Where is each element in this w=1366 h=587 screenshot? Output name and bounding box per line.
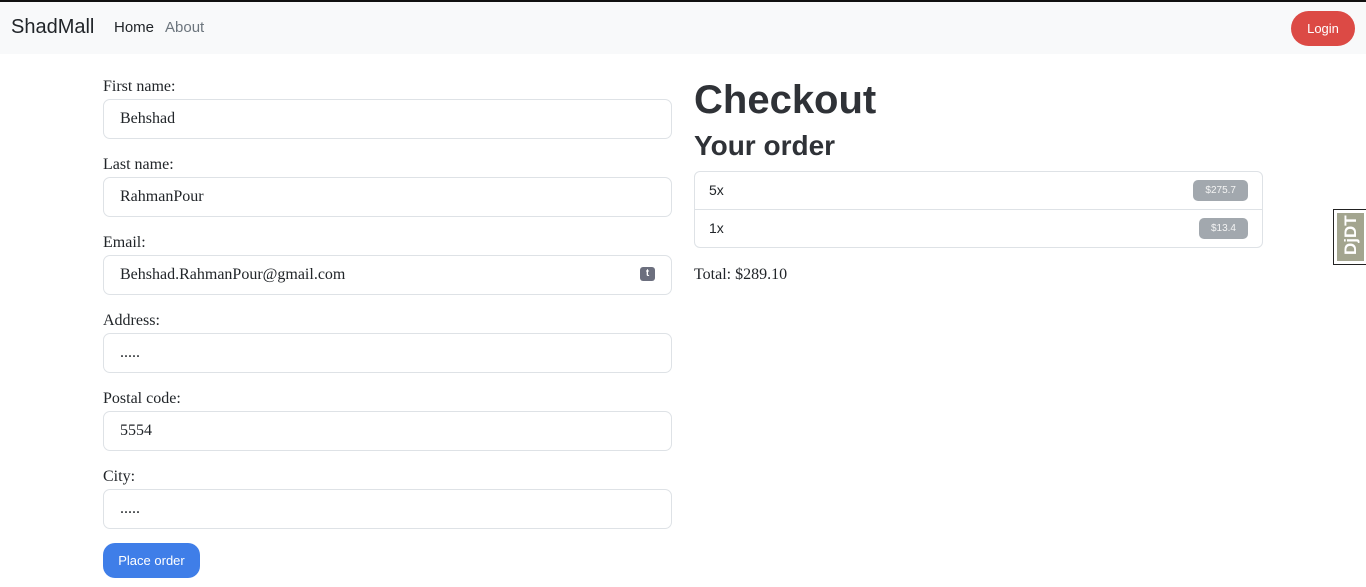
page-title: Checkout: [694, 78, 877, 122]
address-label: Address:: [103, 312, 160, 329]
login-button[interactable]: Login: [1291, 11, 1355, 46]
list-item: 5x $275.7: [695, 172, 1262, 210]
address-input[interactable]: [103, 333, 672, 373]
last-name-input[interactable]: [103, 177, 672, 217]
order-total: Total: $289.10: [694, 266, 787, 284]
postal-code-input[interactable]: [103, 411, 672, 451]
debug-toolbar-handle[interactable]: DjDT: [1333, 209, 1366, 265]
price-badge: $275.7: [1193, 180, 1248, 201]
navbar: ShadMall Home About Login: [0, 2, 1366, 54]
list-item: 1x $13.4: [695, 210, 1262, 247]
first-name-input[interactable]: [103, 99, 672, 139]
email-input[interactable]: [103, 255, 672, 295]
item-quantity: 5x: [709, 182, 724, 198]
city-input[interactable]: [103, 489, 672, 529]
order-list: 5x $275.7 1x $13.4: [694, 171, 1263, 248]
order-heading: Your order: [694, 130, 836, 161]
nav-link-about[interactable]: About: [165, 19, 204, 36]
debug-toolbar-logo: DjDT: [1337, 213, 1364, 261]
first-name-label: First name:: [103, 78, 176, 95]
price-badge: $13.4: [1198, 218, 1248, 239]
debug-toolbar-label: DjDT: [1341, 215, 1360, 255]
postal-code-label: Postal code:: [103, 390, 181, 407]
item-quantity: 1x: [709, 220, 724, 236]
place-order-button[interactable]: Place order: [103, 543, 200, 578]
brand-logo[interactable]: ShadMall: [11, 16, 94, 39]
nav-link-home[interactable]: Home: [114, 19, 154, 36]
city-label: City:: [103, 468, 136, 485]
last-name-label: Last name:: [103, 156, 174, 173]
autofill-icon[interactable]: t: [640, 267, 655, 281]
total-label: Total:: [694, 266, 732, 283]
email-label: Email:: [103, 234, 146, 251]
total-value: $289.10: [735, 266, 788, 283]
